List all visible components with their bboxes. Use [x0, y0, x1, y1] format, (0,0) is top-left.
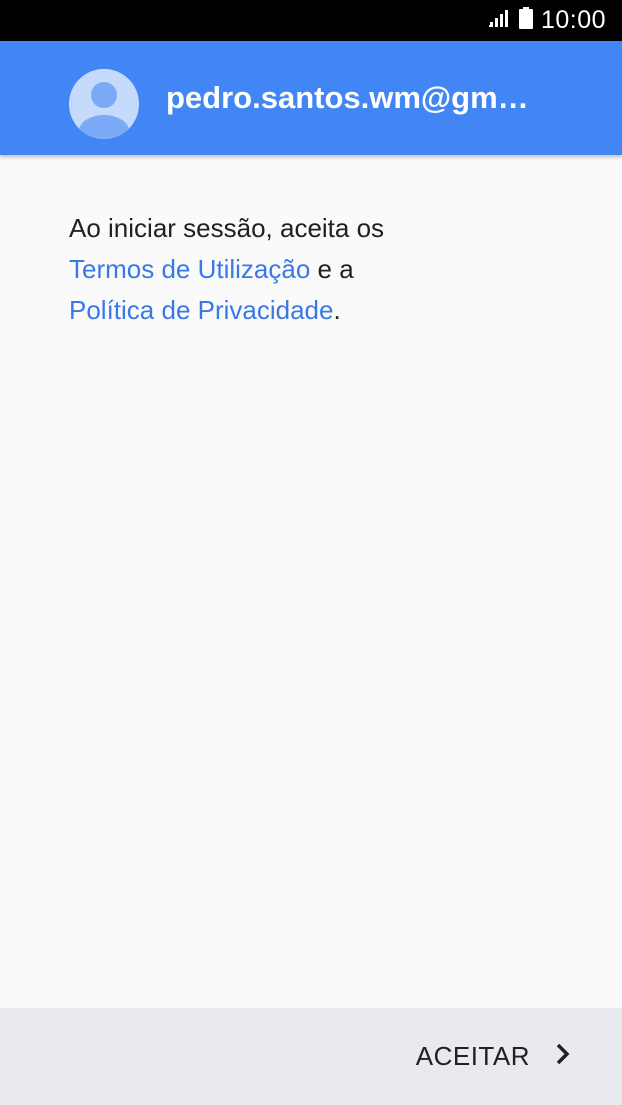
terms-notice: Ao iniciar sessão, aceita os Termos de U…	[69, 208, 569, 331]
accept-button[interactable]: ACEITAR	[416, 1008, 570, 1105]
terms-connector-text: e a	[310, 254, 354, 284]
terms-notice-text: Ao iniciar sessão, aceita os	[69, 213, 385, 243]
terms-end-punctuation: .	[333, 295, 341, 325]
bottom-action-bar: ACEITAR	[0, 1008, 622, 1105]
accept-button-label: ACEITAR	[415, 1041, 530, 1071]
account-email: pedro.santos.wm@gm…	[166, 80, 529, 115]
battery-icon	[518, 7, 533, 34]
status-indicators: 10:00	[488, 0, 606, 41]
signal-icon	[488, 9, 511, 32]
chevron-right-icon	[556, 1041, 570, 1072]
status-bar: 10:00	[0, 0, 622, 41]
status-time: 10:00	[540, 6, 606, 34]
privacy-policy-link[interactable]: Política de Privacidade	[69, 295, 333, 325]
person-icon	[69, 69, 139, 139]
terms-of-use-link[interactable]: Termos de Utilização	[69, 254, 310, 284]
